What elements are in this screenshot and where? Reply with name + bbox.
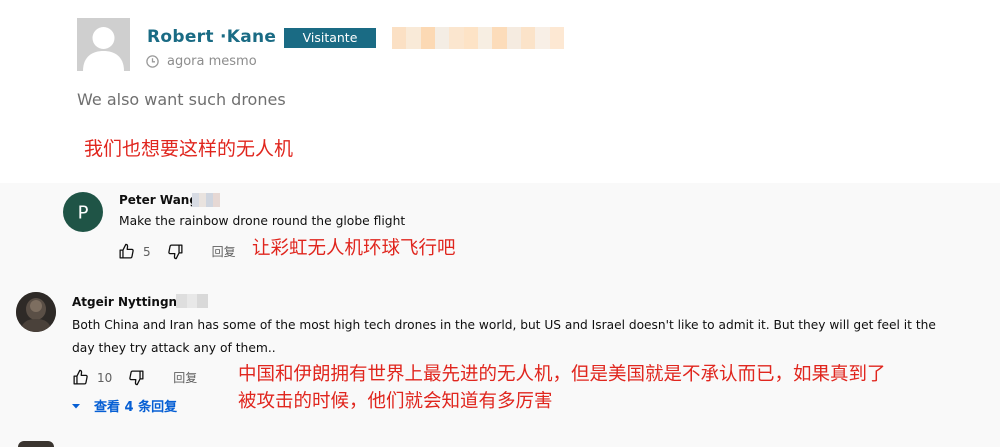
- letter-avatar-icon: P: [78, 203, 89, 224]
- like-count: 10: [97, 370, 113, 385]
- reply-text-line-2: day they try attack any of them..: [72, 341, 276, 355]
- default-avatar-icon: [77, 18, 130, 71]
- time-label: agora mesmo: [167, 54, 257, 69]
- reply-button[interactable]: 回复: [212, 243, 236, 260]
- view-replies-label: 查看 4 条回复: [94, 400, 178, 415]
- reply-item: P Peter Wang Make the rainbow drone roun…: [0, 183, 1000, 273]
- reply-actions: 10 回复: [72, 369, 197, 386]
- chevron-down-icon: [72, 403, 80, 408]
- photo-avatar-icon: [16, 292, 56, 332]
- next-reply-partial: [18, 441, 54, 447]
- thumb-up-icon[interactable]: [118, 243, 135, 260]
- blurred-region: [176, 294, 209, 308]
- reply-text: Make the rainbow drone round the globe f…: [119, 214, 406, 228]
- main-comment: Robert ·Kane Visitante agora mesmo We al…: [0, 0, 1000, 183]
- replies-section: P Peter Wang Make the rainbow drone roun…: [0, 183, 1000, 447]
- svg-text:P: P: [78, 203, 89, 224]
- comment-text: We also want such drones: [77, 90, 286, 109]
- reply-translation-line-2: 被攻击的时候，他们就会知道有多厉害: [238, 391, 553, 412]
- thumb-down-icon[interactable]: [128, 369, 145, 386]
- thumb-up-icon[interactable]: [72, 369, 89, 386]
- reply-button[interactable]: 回复: [173, 369, 197, 386]
- avatar[interactable]: [16, 292, 56, 332]
- view-replies-button[interactable]: 查看 4 条回复: [70, 396, 177, 415]
- avatar[interactable]: P: [63, 192, 103, 232]
- comment-timestamp: agora mesmo: [146, 54, 257, 69]
- reply-actions: 5 回复: [118, 243, 236, 260]
- blurred-region: [392, 27, 564, 49]
- blurred-region: [192, 193, 220, 207]
- reply-text-line-1: Both China and Iran has some of the most…: [72, 318, 936, 332]
- clock-icon: [146, 55, 159, 68]
- reply-author[interactable]: Peter Wang: [119, 193, 198, 207]
- like-count: 5: [143, 244, 151, 259]
- reply-translation-line-1: 中国和伊朗拥有世界上最先进的无人机，但是美国就是不承认而已，如果真到了: [238, 364, 886, 385]
- reply-item: Atgeir Nyttingnes Both China and Iran ha…: [0, 283, 1000, 447]
- thumb-down-icon[interactable]: [167, 243, 184, 260]
- comment-translation: 我们也想要这样的无人机: [84, 138, 294, 160]
- comment-author[interactable]: Robert ·Kane: [147, 27, 276, 47]
- visitor-badge: Visitante: [284, 28, 376, 48]
- reply-author[interactable]: Atgeir Nyttingnes: [72, 295, 192, 309]
- reply-translation: 让彩虹无人机环球飞行吧: [252, 238, 456, 259]
- avatar[interactable]: [77, 18, 130, 71]
